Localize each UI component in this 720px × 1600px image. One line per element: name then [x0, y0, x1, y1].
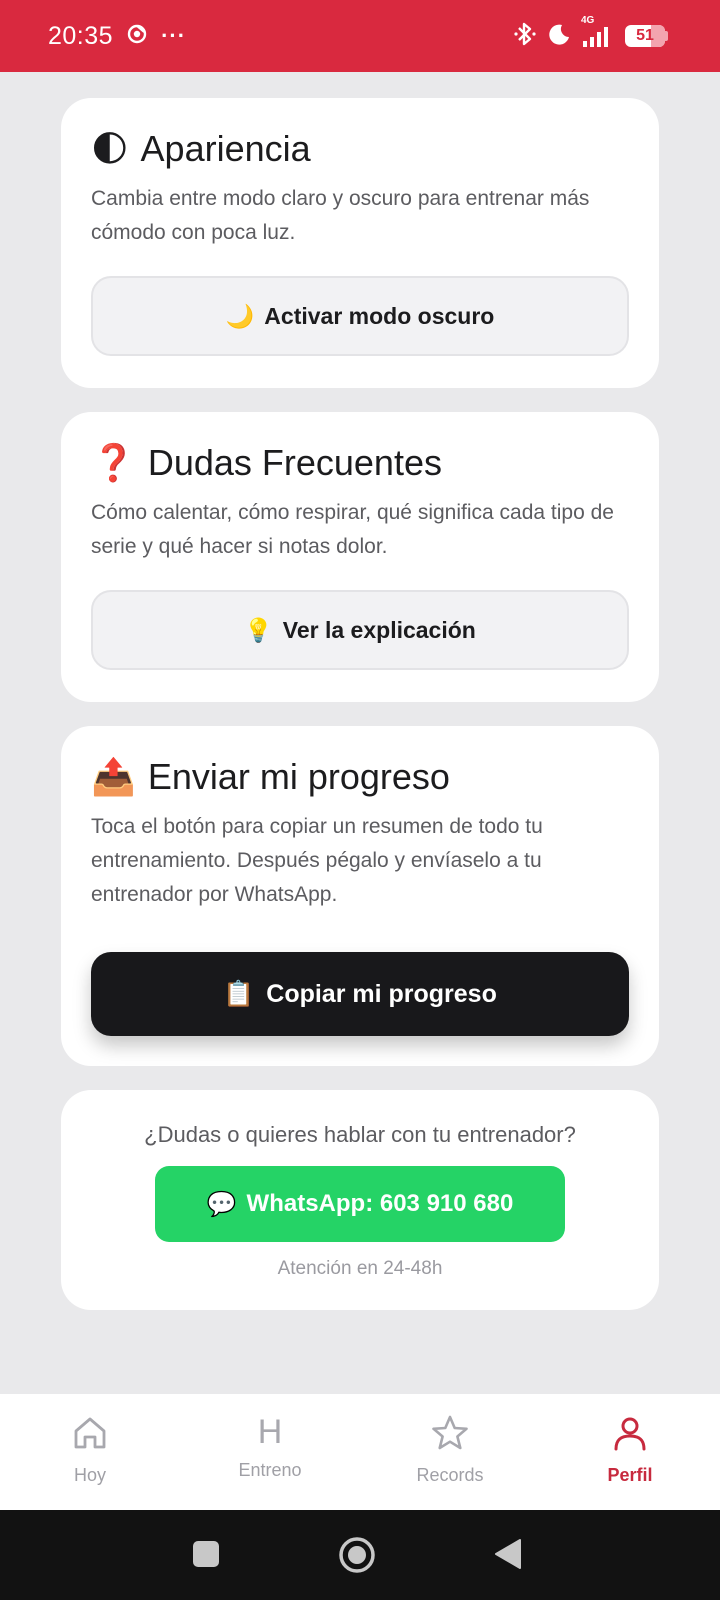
faq-description: Cómo calentar, cómo respirar, qué signif…	[91, 501, 614, 558]
user-icon	[611, 1414, 649, 1457]
faq-title-text: Dudas Frecuentes	[147, 442, 442, 483]
nav-label-hoy: Hoy	[73, 1465, 106, 1485]
back-button[interactable]	[494, 1538, 522, 1575]
dark-mode-button[interactable]: 🌙 Activar modo oscuro	[91, 276, 629, 356]
recent-apps-button[interactable]	[192, 1540, 220, 1573]
dark-mode-button-label: Activar modo oscuro	[264, 302, 495, 329]
status-bar: 20:35 ··· 4G 51	[0, 0, 720, 72]
bottom-nav: Hoy H Entreno Records Perfil	[0, 1394, 720, 1510]
appearance-card: 🌓 Apariencia Cambia entre modo claro y o…	[61, 98, 659, 388]
crescent-moon-icon: 🌙	[225, 302, 255, 329]
nav-item-entreno[interactable]: H Entreno	[180, 1394, 360, 1510]
appearance-description: Cambia entre modo claro y oscuro para en…	[91, 187, 590, 244]
star-icon	[430, 1414, 470, 1457]
contact-question: ¿Dudas o quieres hablar con tu entrenado…	[144, 1122, 576, 1147]
status-time: 20:35	[48, 21, 114, 50]
home-icon	[71, 1414, 109, 1457]
half-moon-icon: 🌓	[91, 128, 129, 169]
h-letter-icon: H	[257, 1413, 283, 1451]
progress-title-text: Enviar mi progreso	[147, 756, 450, 797]
faq-title: ❓ Dudas Frecuentes	[91, 442, 442, 484]
bluetooth-icon	[513, 21, 537, 52]
nav-item-hoy[interactable]: Hoy	[0, 1394, 180, 1510]
copy-progress-button[interactable]: 📋 Copiar mi progreso	[91, 952, 629, 1036]
nav-item-records[interactable]: Records	[360, 1394, 540, 1510]
progress-description: Toca el botón para copiar un resumen de …	[91, 815, 543, 906]
chrome-icon	[127, 24, 147, 49]
whatsapp-button[interactable]: 💬 WhatsApp: 603 910 680	[155, 1166, 565, 1242]
home-button[interactable]	[338, 1536, 376, 1579]
see-explanation-button[interactable]: 💡 Ver la explicación	[91, 590, 629, 670]
nav-label-perfil: Perfil	[607, 1465, 653, 1485]
progress-card: 📤 Enviar mi progreso Toca el botón para …	[61, 726, 659, 1066]
faq-card: ❓ Dudas Frecuentes Cómo calentar, cómo r…	[61, 412, 659, 702]
nav-item-perfil[interactable]: Perfil	[540, 1394, 720, 1510]
nav-label-records: Records	[416, 1465, 484, 1485]
system-nav-bar	[0, 1510, 720, 1600]
outbox-tray-icon: 📤	[91, 756, 136, 797]
clipboard-icon: 📋	[223, 979, 255, 1008]
progress-title: 📤 Enviar mi progreso	[91, 756, 450, 798]
see-explanation-button-label: Ver la explicación	[282, 616, 476, 643]
battery-icon: 51	[625, 25, 668, 47]
whatsapp-button-label: WhatsApp: 603 910 680	[246, 1190, 514, 1217]
response-time-note: Atención en 24-48h	[277, 1258, 443, 1279]
contact-card: ¿Dudas o quieres hablar con tu entrenado…	[61, 1090, 659, 1310]
lightbulb-icon: 💡	[244, 616, 273, 643]
copy-progress-button-label: Copiar mi progreso	[266, 979, 497, 1008]
speech-bubble-icon: 💬	[206, 1190, 237, 1218]
battery-level: 51	[636, 27, 654, 44]
appearance-title-text: Apariencia	[140, 128, 311, 169]
signal-icon: 4G	[581, 15, 615, 49]
question-mark-icon: ❓	[91, 442, 136, 483]
moon-icon	[547, 22, 571, 51]
nav-label-entreno: Entreno	[238, 1460, 302, 1480]
appearance-title: 🌓 Apariencia	[91, 128, 311, 170]
more-notifications-icon: ···	[161, 23, 187, 48]
network-type: 4G	[581, 15, 595, 26]
